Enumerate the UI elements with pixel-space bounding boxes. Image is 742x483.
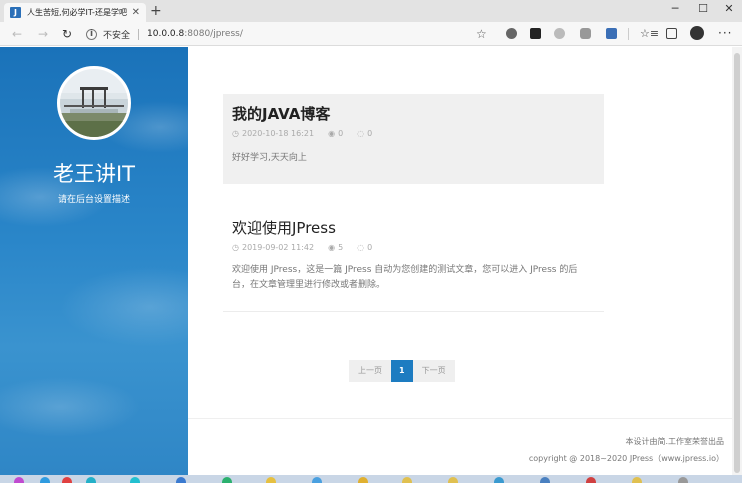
taskbar-app-icon[interactable] — [540, 477, 550, 483]
reload-icon[interactable]: ↻ — [62, 26, 72, 42]
taskbar-app-icon[interactable] — [130, 477, 140, 483]
extension-1-icon[interactable] — [506, 28, 517, 39]
security-label[interactable]: 不安全 — [103, 28, 130, 41]
post-title[interactable]: 我的JAVA博客 — [232, 104, 595, 124]
post-title[interactable]: 欢迎使用JPress — [232, 218, 595, 238]
browser-window: J 人生苦短,何必学IT-还是学吧 ✕ + ─ ☐ ✕ ← → ↻ i 不安全 … — [0, 0, 742, 483]
taskbar-app-icon[interactable] — [586, 477, 596, 483]
window-close-icon[interactable]: ✕ — [712, 0, 742, 18]
profile-avatar[interactable] — [690, 26, 704, 40]
footer-copyright: copyright @ 2018~2020 JPress（www.jpress.… — [528, 454, 724, 463]
eye-icon: ◉ — [328, 129, 336, 138]
star-icon[interactable]: ☆ — [476, 26, 487, 42]
taskbar-app-icon[interactable] — [176, 477, 186, 483]
url-host[interactable]: 10.0.0.8 — [147, 29, 184, 39]
taskbar-app-icon[interactable] — [632, 477, 642, 483]
taskbar-app-icon[interactable] — [312, 477, 322, 483]
collections-icon[interactable] — [666, 28, 677, 39]
extension-3-icon[interactable] — [554, 28, 565, 39]
address-bar[interactable]: i 不安全 10.0.0.8 :8080/jpress/ — [86, 25, 496, 43]
blog-sidebar: 老王讲IT 请在后台设置描述 — [0, 47, 188, 475]
url-path[interactable]: :8080/jpress/ — [184, 29, 243, 39]
post-views: ◉ 0 — [328, 128, 343, 139]
post-item: 我的JAVA博客 ◷ 2020-10-18 16:21 ◉ 0 ◌ 0 好好学习… — [223, 94, 604, 184]
lake-pavilion-image — [60, 69, 128, 137]
taskbar-app-icon[interactable] — [86, 477, 96, 483]
browser-tab[interactable]: J 人生苦短,何必学IT-还是学吧 ✕ — [4, 3, 146, 22]
taskbar-app-icon[interactable] — [402, 477, 412, 483]
taskbar-app-icon[interactable] — [448, 477, 458, 483]
info-icon[interactable]: i — [86, 28, 97, 40]
address-divider — [138, 28, 140, 40]
taskbar-app-icon[interactable] — [494, 477, 504, 483]
post-date: ◷ 2019-09-02 11:42 — [232, 242, 314, 253]
taskbar-app-icon[interactable] — [40, 477, 50, 483]
scrollbar-thumb[interactable] — [734, 53, 740, 473]
taskbar-app-icon[interactable] — [358, 477, 368, 483]
pagination: 上一页 1 下一页 — [349, 360, 455, 382]
eye-icon: ◉ — [328, 243, 336, 252]
new-tab-icon[interactable]: + — [150, 3, 162, 19]
post-date-text: 2020-10-18 16:21 — [241, 129, 315, 138]
post-date-text: 2019-09-02 11:42 — [241, 243, 315, 252]
post-meta: ◷ 2020-10-18 16:21 ◉ 0 ◌ 0 — [232, 128, 595, 139]
site-description: 请在后台设置描述 — [57, 195, 130, 205]
next-page-button[interactable]: 下一页 — [412, 360, 455, 382]
post-comments-count: 0 — [367, 243, 373, 252]
tab-close-icon[interactable]: ✕ — [132, 7, 140, 18]
tab-strip: J 人生苦短,何必学IT-还是学吧 ✕ + ─ ☐ ✕ — [0, 0, 742, 22]
page-scrollbar[interactable] — [732, 47, 742, 475]
jpress-favicon-icon: J — [10, 7, 21, 18]
favorites-icon[interactable]: ☆≡ — [640, 26, 659, 42]
browser-toolbar: ← → ↻ i 不安全 10.0.0.8 :8080/jpress/ ☆ ☆≡ … — [0, 22, 742, 46]
more-icon[interactable]: ··· — [718, 25, 732, 41]
site-title[interactable]: 老王讲IT — [0, 161, 188, 187]
comment-icon: ◌ — [357, 243, 365, 252]
footer-credit: 本设计由简.工作室荣誉出品 — [625, 437, 724, 446]
clock-icon: ◷ — [232, 129, 239, 138]
post-item: 欢迎使用JPress ◷ 2019-09-02 11:42 ◉ 5 ◌ 0 欢迎… — [223, 208, 604, 312]
post-comments-count: 0 — [367, 129, 373, 138]
post-views: ◉ 5 — [328, 242, 343, 253]
taskbar-app-icon[interactable] — [678, 477, 688, 483]
extension-2-icon[interactable] — [530, 28, 541, 39]
tab-title: 人生苦短,何必学IT-还是学吧 — [27, 8, 127, 17]
post-excerpt: 欢迎使用 JPress，这是一篇 JPress 自动为您创建的测试文章，您可以进… — [232, 265, 578, 290]
post-comments: ◌ 0 — [357, 242, 372, 253]
current-page-button[interactable]: 1 — [391, 360, 413, 382]
post-views-count: 0 — [338, 129, 344, 138]
taskbar-app-icon[interactable] — [62, 477, 72, 483]
toolbar-divider — [628, 28, 629, 40]
post-meta: ◷ 2019-09-02 11:42 ◉ 5 ◌ 0 — [232, 242, 595, 253]
os-taskbar — [0, 475, 742, 483]
post-views-count: 5 — [338, 243, 344, 252]
taskbar-app-icon[interactable] — [14, 477, 24, 483]
post-date: ◷ 2020-10-18 16:21 — [232, 128, 314, 139]
post-comments: ◌ 0 — [357, 128, 372, 139]
prev-page-button[interactable]: 上一页 — [349, 360, 391, 382]
clock-icon: ◷ — [232, 243, 239, 252]
back-arrow-icon[interactable]: ← — [12, 26, 22, 42]
comment-icon: ◌ — [357, 129, 365, 138]
footer-divider — [188, 418, 732, 419]
taskbar-app-icon[interactable] — [266, 477, 276, 483]
page-viewport: 老王讲IT 请在后台设置描述 我的JAVA博客 ◷ 2020-10-18 16:… — [0, 47, 742, 475]
blog-avatar[interactable] — [57, 66, 131, 140]
post-excerpt: 好好学习,天天向上 — [232, 153, 307, 163]
extension-4-icon[interactable] — [580, 28, 591, 39]
post-list: 我的JAVA博客 ◷ 2020-10-18 16:21 ◉ 0 ◌ 0 好好学习… — [188, 47, 732, 475]
extension-5-icon[interactable] — [606, 28, 617, 39]
forward-arrow-icon[interactable]: → — [38, 26, 48, 42]
taskbar-app-icon[interactable] — [222, 477, 232, 483]
